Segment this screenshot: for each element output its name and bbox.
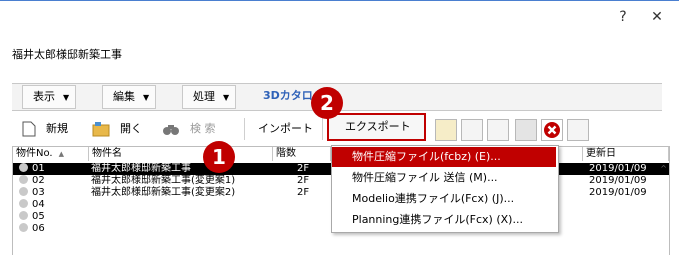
- new-button-label: 新規: [46, 122, 68, 135]
- row-floors: 2F: [297, 187, 310, 198]
- view-menu-button[interactable]: 表示 ▼: [22, 85, 77, 109]
- new-button[interactable]: 新規: [22, 117, 68, 141]
- column-header-floors[interactable]: 階数: [273, 147, 331, 161]
- row-number: 02: [19, 175, 45, 187]
- chevron-down-icon: ▼: [63, 93, 70, 102]
- process-menu-button[interactable]: 処理 ▼: [182, 85, 237, 109]
- row-date: 2019/01/09: [589, 175, 647, 186]
- sort-ascending-icon: ▲: [58, 150, 64, 158]
- column-header-no[interactable]: 物件No. ▲: [13, 147, 89, 161]
- column-header-date[interactable]: 更新日: [583, 147, 669, 161]
- row-name: 福井太郎様邸新築工事(変更案1): [91, 175, 236, 186]
- new-file-icon: [22, 121, 36, 137]
- row-number: 01: [19, 163, 45, 175]
- property-icon: [19, 223, 28, 232]
- menu-item-modelio-link[interactable]: Modelio連携ファイル(Fcx) (J)...: [332, 189, 556, 209]
- search-button[interactable]: 検 索: [162, 117, 216, 141]
- help-button[interactable]: ?: [606, 0, 640, 34]
- column-header-name[interactable]: 物件名: [89, 147, 273, 161]
- export-button[interactable]: エクスポート ▼: [327, 113, 426, 156]
- row-name: 福井太郎様邸新築工事: [91, 163, 191, 174]
- process-menu-label: 処理: [193, 90, 215, 103]
- import-button[interactable]: インポート: [258, 117, 313, 141]
- export-button-label: エクスポート: [345, 120, 411, 133]
- row-floors: 2F: [297, 175, 310, 186]
- property-icon: [19, 187, 28, 196]
- row-date: 2019/01/09: [589, 163, 647, 174]
- column-header-no-label: 物件No.: [16, 148, 53, 159]
- property-icon: [19, 199, 28, 208]
- toolbar-separator: [244, 118, 245, 140]
- open-button-label: 開く: [120, 122, 142, 135]
- edit-menu-button[interactable]: 編集 ▼: [102, 85, 157, 109]
- property-icon: [19, 163, 28, 172]
- copy-icon[interactable]: [461, 119, 483, 141]
- property-icon: [19, 211, 28, 220]
- step-1-badge: 1: [203, 141, 235, 173]
- row-number: 06: [19, 223, 45, 235]
- binoculars-icon: [162, 121, 180, 137]
- chevron-down-icon: ▼: [223, 93, 230, 102]
- open-button[interactable]: 開く: [92, 117, 142, 141]
- search-button-label: 検 索: [190, 122, 216, 135]
- recycle-bin-icon[interactable]: [567, 119, 589, 141]
- property-icon: [19, 175, 28, 184]
- chevron-down-icon: ▼: [143, 93, 150, 102]
- menu-item-compressed-file[interactable]: 物件圧縮ファイル(fcbz) (E)...: [332, 147, 556, 167]
- tools-icon[interactable]: [435, 119, 457, 141]
- edit-menu-label: 編集: [113, 90, 135, 103]
- delete-icon[interactable]: [541, 119, 563, 141]
- close-button[interactable]: ✕: [640, 0, 674, 34]
- scroll-up-icon[interactable]: ^: [660, 164, 667, 173]
- step-2-badge: 2: [311, 87, 343, 119]
- window-title: 福井太郎様邸新築工事: [12, 48, 122, 61]
- window-layout-icon[interactable]: [487, 119, 509, 141]
- open-folder-icon: [92, 121, 110, 137]
- row-number: 05: [19, 211, 45, 223]
- row-floors: 2F: [297, 163, 310, 174]
- row-number: 04: [19, 199, 45, 211]
- export-dropdown-menu: 物件圧縮ファイル(fcbz) (E)... 物件圧縮ファイル 送信 (M)...…: [331, 145, 559, 233]
- row-name: 福井太郎様邸新築工事(変更案2): [91, 187, 236, 198]
- window-top-border: [0, 0, 679, 1]
- toolbar-separator: [322, 118, 323, 140]
- paste-icon[interactable]: [515, 119, 537, 141]
- menu-item-compressed-file-send[interactable]: 物件圧縮ファイル 送信 (M)...: [332, 168, 556, 188]
- row-number: 03: [19, 187, 45, 199]
- menu-item-planning-link[interactable]: Planning連携ファイル(Fcx) (X)...: [332, 210, 556, 230]
- row-date: 2019/01/09: [589, 187, 647, 198]
- view-menu-label: 表示: [33, 90, 55, 103]
